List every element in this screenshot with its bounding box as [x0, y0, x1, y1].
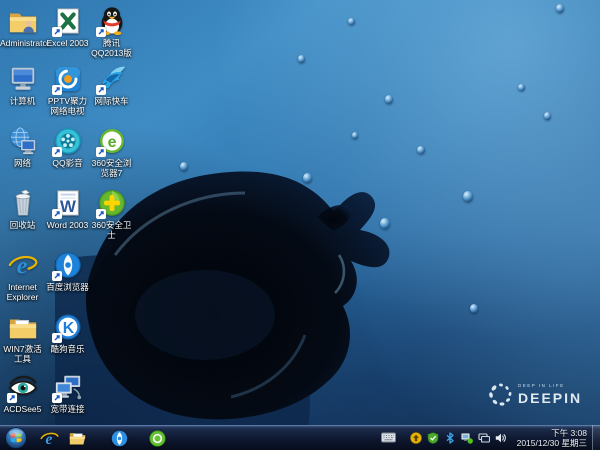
green-e-browser-icon: e — [95, 126, 127, 157]
desktop-icon-acdsee5[interactable]: ACDSee5 — [0, 372, 45, 414]
taskbar-explorer-button[interactable] — [63, 427, 91, 450]
tray-security-shield-icon[interactable] — [425, 425, 440, 450]
clock-time: 下午 3:08 — [551, 427, 587, 438]
icon-label: 酷狗音乐 — [50, 344, 85, 354]
icon-label: Administrator — [0, 38, 51, 48]
deepin-brand-name: DEEPIN — [518, 389, 583, 406]
desktop-icon-network[interactable]: 网络 — [0, 126, 45, 168]
tray-update-icon[interactable] — [408, 425, 423, 450]
icon-label: 360安全浏览器7 — [91, 158, 132, 178]
desktop-icon-internet-explorer[interactable]: e Internet Explorer — [0, 250, 45, 302]
desktop-wallpaper: DEEP IN LIFE DEEPIN Administrator Excel … — [0, 0, 600, 450]
shortcut-arrow-icon — [51, 393, 62, 403]
svg-text:e: e — [107, 134, 116, 151]
icon-label: 计算机 — [9, 96, 36, 106]
desktop-icon-flashget[interactable]: 网际快车 — [89, 64, 134, 106]
kugou-k-icon: K — [51, 312, 83, 343]
shortcut-arrow-icon — [51, 271, 62, 281]
desktop-icon-tencent-qq[interactable]: 腾讯QQ2013版 — [89, 6, 134, 58]
show-desktop-button[interactable] — [592, 425, 600, 450]
shortcut-arrow-icon — [95, 27, 106, 37]
taskbar-clock[interactable]: 下午 3:08 2015/12/30 星期三 — [509, 428, 592, 448]
desktop-icon-360-safe[interactable]: 360安全卫士 — [89, 188, 134, 240]
icon-label: 网际快车 — [94, 96, 129, 106]
blue-compass-icon — [51, 250, 83, 281]
icon-label: 百度浏览器 — [46, 282, 89, 292]
computer-icon — [8, 64, 38, 94]
taskbar-ie-button[interactable]: e — [35, 427, 63, 450]
icon-label: Internet Explorer — [6, 282, 39, 302]
blue-compass-icon — [111, 430, 127, 446]
qq-penguin-icon — [95, 6, 127, 37]
icon-label: 网络 — [13, 158, 31, 168]
shortcut-arrow-icon — [51, 333, 62, 343]
desktop-icon-broadband-connection[interactable]: 宽带连接 — [45, 372, 90, 414]
shortcut-arrow-icon — [95, 147, 106, 157]
desktop-icon-word-2003[interactable]: W Word 2003 — [45, 188, 90, 230]
hummingbird-icon — [95, 64, 127, 95]
desktop-icon-kugou-music[interactable]: K 酷狗音乐 — [45, 312, 90, 354]
tray-display-icon[interactable] — [476, 425, 491, 450]
svg-text:K: K — [62, 320, 74, 337]
taskbar-360-browser-button[interactable] — [143, 427, 171, 450]
shortcut-arrow-icon — [6, 393, 17, 403]
icon-label: 回收站 — [9, 220, 36, 230]
desktop-icon-baidu-browser[interactable]: 百度浏览器 — [45, 250, 90, 292]
clock-date: 2015/12/30 星期三 — [516, 437, 587, 448]
deepin-tagline: DEEP IN LIFE — [518, 383, 565, 389]
shortcut-arrow-icon — [51, 147, 62, 157]
ie-icon: e — [8, 250, 38, 280]
tray-keyboard-icon[interactable] — [379, 425, 397, 450]
ie-icon: e — [39, 430, 59, 447]
pptv-icon — [51, 64, 83, 95]
desktop-icon-administrator[interactable]: Administrator — [0, 6, 51, 48]
svg-text:W: W — [60, 197, 76, 216]
icon-label: PPTV聚力 网络电视 — [47, 96, 88, 116]
shortcut-arrow-icon — [51, 85, 62, 95]
shortcut-arrow-icon — [51, 27, 62, 37]
desktop-icon-excel-2003[interactable]: Excel 2003 — [45, 6, 90, 48]
deepin-swirl-icon — [489, 383, 512, 406]
recycle-bin-icon — [8, 188, 38, 218]
icon-label: 360安全卫士 — [91, 220, 132, 240]
tray-volume-icon[interactable] — [493, 425, 508, 450]
icon-label: QQ影音 — [52, 158, 83, 168]
icon-label: 腾讯QQ2013版 — [91, 38, 132, 58]
eye-icon — [6, 372, 38, 403]
word-icon: W — [51, 188, 83, 219]
explorer-folder-icon — [69, 432, 85, 444]
icon-label: ACDSee5 — [3, 404, 42, 414]
icon-label: WIN7激活工具 — [3, 344, 42, 364]
desktop-icon-pptv[interactable]: PPTV聚力 网络电视 — [45, 64, 90, 116]
desktop-icon-qq-player[interactable]: QQ影音 — [45, 126, 90, 168]
network-globe-icon — [8, 126, 38, 156]
desktop-icon-computer[interactable]: 计算机 — [0, 64, 45, 106]
icon-label: Excel 2003 — [46, 38, 89, 48]
desktop-icon-recycle-bin[interactable]: 回收站 — [0, 188, 45, 230]
deepin-logo: DEEP IN LIFE DEEPIN — [487, 381, 582, 408]
excel-icon — [51, 6, 83, 37]
desktop-icon-win7-activator-folder[interactable]: WIN7激活工具 — [0, 312, 45, 364]
taskbar: e 下午 3:08 2015/12/30 星期三 — [0, 425, 600, 450]
tray-bluetooth-icon[interactable] — [442, 425, 457, 450]
shortcut-arrow-icon — [95, 85, 106, 95]
desktop-icon-360-browser[interactable]: e 360安全浏览器7 — [89, 126, 134, 178]
tray-network-icon[interactable] — [459, 425, 474, 450]
shortcut-arrow-icon — [51, 209, 62, 219]
user-folder-icon — [8, 6, 38, 36]
broadband-icon — [51, 372, 83, 403]
green-shield-plus-icon — [95, 188, 127, 219]
taskbar-baidu-browser-button[interactable] — [105, 427, 133, 450]
folder-icon — [8, 312, 38, 342]
film-reel-icon — [51, 126, 83, 157]
green-browser-icon — [148, 429, 166, 447]
shortcut-arrow-icon — [95, 209, 106, 219]
icon-label: 宽带连接 — [50, 404, 85, 414]
icon-label: Word 2003 — [46, 220, 89, 230]
system-tray: 下午 3:08 2015/12/30 星期三 — [378, 425, 600, 450]
start-button[interactable] — [5, 426, 27, 449]
